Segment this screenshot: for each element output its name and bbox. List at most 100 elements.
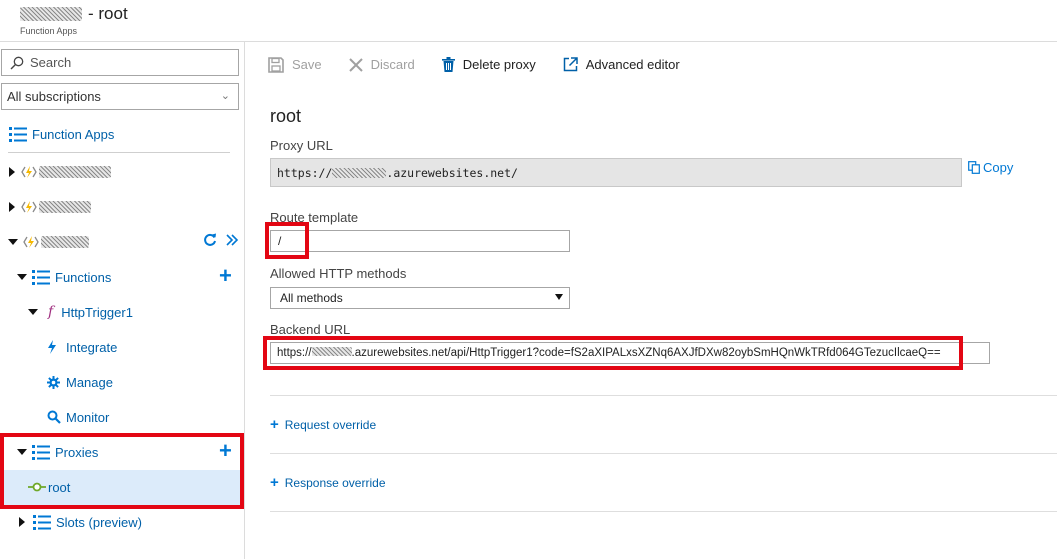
route-template-label: Route template: [270, 210, 359, 225]
discard-label: Discard: [370, 57, 415, 72]
add-proxy-icon[interactable]: +: [219, 440, 232, 462]
external-link-icon: [563, 57, 578, 72]
function-app-item[interactable]: [0, 192, 243, 222]
divider: [8, 152, 230, 153]
copy-icon: [968, 161, 980, 174]
proxy-root-label: root: [48, 479, 71, 495]
dropdown-arrow-icon: [555, 294, 563, 300]
search-placeholder: Search: [30, 55, 72, 70]
copy-label: Copy: [983, 160, 1014, 175]
plus-icon: +: [270, 474, 279, 491]
list-icon: [33, 514, 51, 530]
close-icon: [348, 57, 363, 72]
lightning-icon: [48, 340, 56, 354]
functions-label: Functions: [55, 269, 112, 285]
slots-item[interactable]: Slots (preview): [0, 507, 243, 537]
slots-label: Slots (preview): [56, 514, 142, 530]
functions-item[interactable]: Functions: [0, 262, 243, 292]
list-icon: [32, 444, 50, 460]
redacted-app-name: [39, 166, 111, 178]
refresh-icon[interactable]: [203, 233, 217, 247]
list-icon: [32, 269, 50, 285]
request-override-label: Request override: [284, 418, 377, 432]
gear-icon: [47, 375, 60, 389]
plus-icon: +: [270, 416, 279, 433]
divider: [270, 453, 1057, 454]
blade-header: - root Function Apps: [0, 0, 1057, 42]
redacted-host: [311, 347, 352, 356]
page-title: root: [270, 106, 302, 126]
search-input[interactable]: Search: [1, 49, 239, 76]
function-app-item[interactable]: [0, 157, 243, 187]
proxy-url-field[interactable]: https:// .azurewebsites.net/: [270, 158, 962, 187]
divider: [270, 511, 1057, 512]
redacted-app-name: [20, 7, 82, 21]
save-label: Save: [292, 57, 322, 72]
expand-icon: [9, 167, 15, 177]
redacted-host: [332, 167, 387, 178]
blade-title: - root: [20, 4, 128, 24]
save-icon: [268, 56, 284, 73]
proxy-root-item[interactable]: root: [0, 472, 243, 502]
blade-title-text: - root: [88, 4, 128, 23]
search-icon: [47, 410, 61, 424]
discard-button[interactable]: Discard: [348, 57, 415, 72]
monitor-item[interactable]: Monitor: [0, 402, 243, 432]
backend-url-prefix: https://: [277, 347, 312, 359]
trash-icon: [441, 57, 455, 72]
backend-url-label: Backend URL: [270, 322, 351, 337]
response-override-label: Response override: [284, 476, 386, 490]
monitor-label: Monitor: [66, 409, 110, 425]
proxy-url-suffix: .azurewebsites.net/: [386, 165, 518, 180]
collapse-icon: [17, 449, 27, 455]
sidebar: Search All subscriptions ⌄ Function Apps: [0, 42, 245, 559]
proxy-icon: [28, 482, 46, 492]
list-icon: [9, 126, 27, 142]
backend-url-input[interactable]: https:// .azurewebsites.net/api/HttpTrigg…: [270, 342, 990, 364]
http-trigger-label: HttpTrigger1: [61, 304, 133, 320]
divider: [270, 395, 1057, 396]
advanced-editor-button[interactable]: Advanced editor: [563, 57, 680, 72]
integrate-item[interactable]: Integrate: [0, 332, 243, 362]
collapse-icon: [28, 309, 38, 315]
integrate-label: Integrate: [66, 339, 118, 355]
allowed-methods-label: Allowed HTTP methods: [270, 266, 407, 281]
allowed-methods-select[interactable]: All methods: [270, 287, 570, 309]
function-app-icon: [23, 236, 39, 248]
manage-label: Manage: [66, 374, 113, 390]
proxies-label: Proxies: [55, 444, 99, 460]
blade-subtitle: Function Apps: [20, 26, 78, 36]
redacted-app-name: [39, 201, 91, 213]
add-function-icon[interactable]: +: [219, 265, 232, 287]
collapse-icon: [8, 239, 18, 245]
delete-proxy-label: Delete proxy: [462, 57, 536, 72]
request-override-toggle[interactable]: + Request override: [270, 416, 377, 433]
command-bar: Save Discard Delete proxy Advanced edito…: [246, 42, 1057, 87]
response-override-toggle[interactable]: + Response override: [270, 474, 386, 491]
double-chevron-right-icon[interactable]: [225, 233, 239, 247]
http-trigger-item[interactable]: f HttpTrigger1: [0, 297, 243, 327]
route-template-input[interactable]: /: [270, 230, 570, 252]
subscriptions-value: All subscriptions: [7, 89, 101, 104]
function-app-icon: [21, 201, 37, 213]
collapse-icon: [17, 274, 27, 280]
function-apps-link[interactable]: Function Apps: [0, 119, 243, 149]
subscriptions-dropdown[interactable]: All subscriptions ⌄: [1, 83, 239, 110]
expand-icon: [19, 517, 25, 527]
function-app-icon: [21, 166, 37, 178]
proxy-url-label: Proxy URL: [270, 138, 333, 153]
function-apps-label: Function Apps: [32, 126, 115, 142]
proxies-item[interactable]: Proxies: [0, 437, 243, 467]
function-f-icon: f: [48, 304, 54, 320]
copy-button[interactable]: Copy: [968, 160, 1013, 175]
search-icon: [10, 56, 24, 69]
proxy-url-prefix: https://: [277, 165, 333, 180]
expand-icon: [9, 202, 15, 212]
delete-proxy-button[interactable]: Delete proxy: [441, 57, 536, 72]
manage-item[interactable]: Manage: [0, 367, 243, 397]
allowed-methods-value: All methods: [280, 291, 343, 305]
chevron-down-icon: ⌄: [220, 90, 230, 102]
redacted-app-name: [41, 236, 89, 248]
save-button[interactable]: Save: [268, 56, 322, 73]
backend-url-suffix: .azurewebsites.net/api/HttpTrigger1?code…: [351, 347, 941, 359]
